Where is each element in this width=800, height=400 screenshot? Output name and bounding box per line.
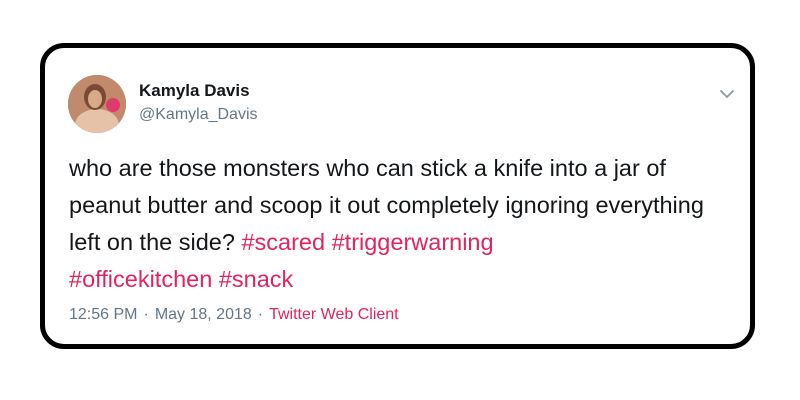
screenshot-stage: Kamyla Davis @Kamyla_Davis who are those… bbox=[0, 0, 800, 400]
hashtag-link[interactable]: #officekitchen bbox=[69, 266, 212, 292]
author-handle[interactable]: @Kamyla_Davis bbox=[139, 106, 258, 124]
hashtag-link[interactable]: #snack bbox=[219, 266, 293, 292]
meta-separator: · bbox=[257, 306, 264, 323]
tweet-date[interactable]: May 18, 2018 bbox=[155, 306, 252, 323]
tweet-card: Kamyla Davis @Kamyla_Davis who are those… bbox=[40, 43, 755, 349]
tweet-text: who are those monsters who can stick a k… bbox=[69, 150, 729, 298]
hashtag-link[interactable]: #scared bbox=[241, 229, 325, 255]
avatar-image bbox=[68, 75, 126, 133]
meta-separator: · bbox=[143, 306, 149, 323]
hashtag-link[interactable]: #triggerwarning bbox=[332, 229, 494, 255]
author-name[interactable]: Kamyla Davis bbox=[139, 81, 250, 101]
tweet-meta: 12:56 PM · May 18, 2018 · Twitter Web Client bbox=[69, 306, 399, 324]
avatar[interactable] bbox=[68, 75, 126, 133]
tweet-time[interactable]: 12:56 PM bbox=[69, 306, 137, 323]
tweet-source-link[interactable]: Twitter Web Client bbox=[269, 306, 399, 323]
chevron-down-icon[interactable] bbox=[717, 84, 737, 104]
